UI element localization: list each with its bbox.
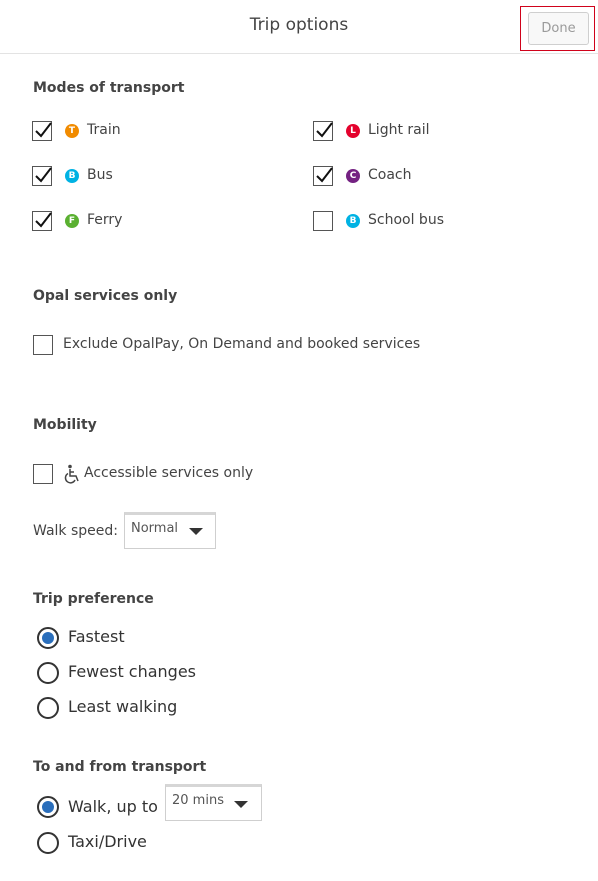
school-bus-label: School bus: [368, 212, 444, 228]
light-rail-icon: L: [346, 124, 360, 138]
light-rail-label: Light rail: [368, 122, 430, 138]
walk-speed-value: Normal: [131, 521, 179, 536]
radio-selected-dot: [42, 801, 54, 813]
ferry-icon: F: [65, 214, 79, 228]
walk-time-value: 20 mins: [172, 793, 224, 808]
check-icon: [35, 167, 52, 183]
wheelchair-icon: [64, 464, 79, 484]
fastest-label: Fastest: [68, 627, 125, 646]
school-bus-icon: B: [346, 214, 360, 228]
walk-time-select[interactable]: 20 mins: [165, 784, 262, 821]
check-icon: [316, 122, 333, 138]
fewest-changes-radio[interactable]: [37, 662, 59, 684]
check-icon: [35, 212, 52, 228]
ferry-checkbox[interactable]: [32, 211, 52, 231]
chevron-down-icon: [189, 528, 203, 535]
walk-radio[interactable]: [37, 796, 59, 818]
to-from-title: To and from transport: [33, 759, 207, 775]
walk-label: Walk, up to: [68, 797, 158, 816]
ferry-label: Ferry: [87, 212, 123, 228]
check-icon: [35, 122, 52, 138]
accessible-checkbox[interactable]: [33, 464, 53, 484]
exclude-opal-checkbox[interactable]: [33, 335, 53, 355]
least-walking-label: Least walking: [68, 697, 178, 716]
fewest-changes-label: Fewest changes: [68, 662, 197, 681]
done-button[interactable]: Done: [528, 12, 589, 45]
coach-icon: C: [346, 169, 360, 183]
exclude-opal-label: Exclude OpalPay, On Demand and booked se…: [63, 336, 421, 352]
check-icon: [316, 167, 333, 183]
walk-speed-select[interactable]: Normal: [124, 512, 216, 549]
mobility-title: Mobility: [33, 417, 97, 433]
fastest-radio[interactable]: [37, 627, 59, 649]
train-label: Train: [87, 122, 121, 138]
radio-selected-dot: [42, 632, 54, 644]
bus-label: Bus: [87, 167, 113, 183]
coach-label: Coach: [368, 167, 412, 183]
bus-icon: B: [65, 169, 79, 183]
least-walking-radio[interactable]: [37, 697, 59, 719]
accessible-label: Accessible services only: [84, 465, 254, 481]
walk-speed-label: Walk speed:: [33, 523, 118, 539]
train-icon: T: [65, 124, 79, 138]
trip-preference-title: Trip preference: [33, 591, 154, 607]
bus-checkbox[interactable]: [32, 166, 52, 186]
taxi-drive-label: Taxi/Drive: [68, 832, 147, 851]
coach-checkbox[interactable]: [313, 166, 333, 186]
school-bus-checkbox[interactable]: [313, 211, 333, 231]
modes-title: Modes of transport: [33, 80, 185, 96]
opal-title: Opal services only: [33, 288, 178, 304]
taxi-drive-radio[interactable]: [37, 832, 59, 854]
page-title: Trip options: [249, 15, 349, 35]
header-bar: Trip options: [0, 0, 598, 54]
train-checkbox[interactable]: [32, 121, 52, 141]
chevron-down-icon: [234, 801, 248, 808]
light-rail-checkbox[interactable]: [313, 121, 333, 141]
